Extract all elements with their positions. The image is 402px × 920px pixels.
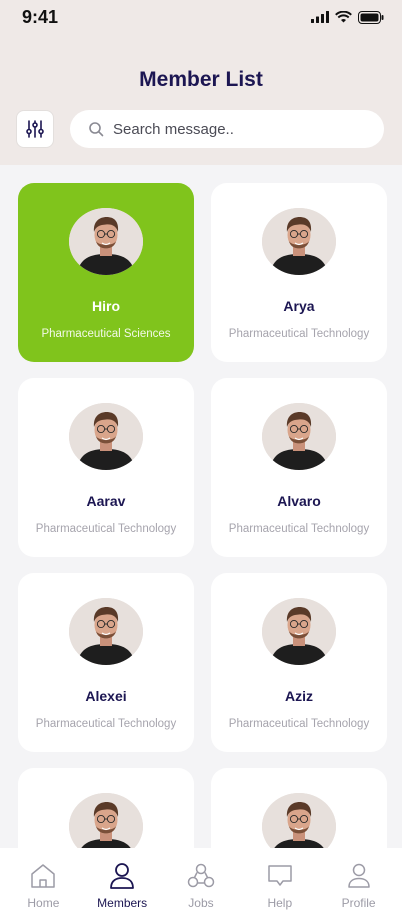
jobs-icon xyxy=(187,863,215,888)
search-icon xyxy=(89,122,104,137)
status-time: 9:41 xyxy=(22,7,59,27)
member-department: Pharmaceutical Technology xyxy=(35,718,177,730)
member-card-aziz[interactable]: Aziz Pharmaceutical Technology xyxy=(211,573,387,752)
wifi-icon xyxy=(335,11,352,23)
page-title: Member List xyxy=(139,68,263,91)
help-icon xyxy=(268,865,292,886)
nav-item-help[interactable]: Help xyxy=(244,862,316,920)
header: 9:41 Member List xyxy=(0,0,402,165)
member-name: Hiro xyxy=(92,298,120,314)
filter-button[interactable] xyxy=(16,110,54,148)
nav-item-home[interactable]: Home xyxy=(7,862,79,920)
avatar xyxy=(262,403,336,470)
battery-icon xyxy=(358,10,384,24)
member-department: Pharmaceutical Technology xyxy=(228,328,370,340)
member-name: Aziz xyxy=(285,688,313,704)
status-bar: 9:41 xyxy=(0,0,402,36)
bottom-nav: Home Members Jobs Help Profile xyxy=(0,848,402,920)
member-department: Pharmaceutical Technology xyxy=(228,523,370,535)
status-icons xyxy=(311,10,384,24)
signal-icon xyxy=(311,11,329,23)
nav-label-help: Help xyxy=(267,896,293,910)
member-name: Alvaro xyxy=(277,493,321,509)
nav-item-jobs[interactable]: Jobs xyxy=(165,862,237,920)
member-card-alvaro[interactable]: Alvaro Pharmaceutical Technology xyxy=(211,378,387,557)
sliders-icon xyxy=(26,120,44,138)
avatar xyxy=(69,598,143,665)
member-department: Pharmaceutical Sciences xyxy=(41,328,171,340)
member-name: Arya xyxy=(283,298,315,314)
avatar xyxy=(262,208,336,275)
member-card-hiro[interactable]: Hiro Pharmaceutical Sciences xyxy=(18,183,194,362)
nav-label-members: Members xyxy=(97,896,148,910)
nav-label-jobs: Jobs xyxy=(188,896,214,910)
search-input[interactable] xyxy=(113,120,363,138)
nav-label-home: Home xyxy=(27,896,60,910)
home-icon xyxy=(31,864,56,888)
avatar xyxy=(262,598,336,665)
member-name: Aarav xyxy=(86,493,126,509)
member-card-arya[interactable]: Arya Pharmaceutical Technology xyxy=(211,183,387,362)
avatar xyxy=(69,208,143,275)
member-grid: Hiro Pharmaceutical Sciences Arya Pharma… xyxy=(18,183,387,920)
member-department: Pharmaceutical Technology xyxy=(35,523,177,535)
profile-icon xyxy=(347,863,370,888)
member-card-aarav[interactable]: Aarav Pharmaceutical Technology xyxy=(18,378,194,557)
nav-item-profile[interactable]: Profile xyxy=(323,862,395,920)
member-card-alexei[interactable]: Alexei Pharmaceutical Technology xyxy=(18,573,194,752)
members-icon xyxy=(110,863,135,889)
member-department: Pharmaceutical Technology xyxy=(228,718,370,730)
nav-label-profile: Profile xyxy=(341,896,376,910)
member-name: Alexei xyxy=(85,688,127,704)
nav-item-members[interactable]: Members xyxy=(86,862,158,920)
avatar xyxy=(69,403,143,470)
search-bar[interactable] xyxy=(70,110,384,148)
